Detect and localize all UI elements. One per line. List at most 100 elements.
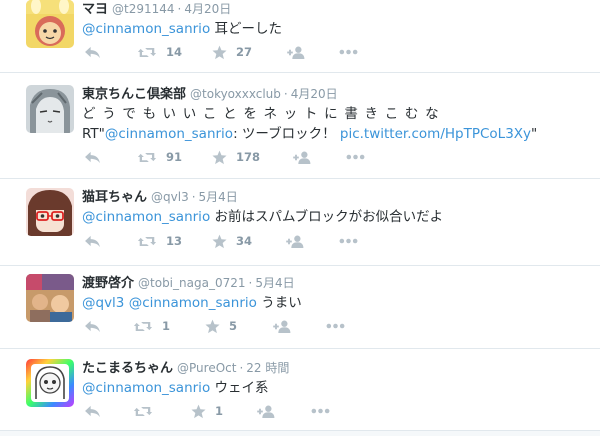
more-icon bbox=[346, 154, 365, 160]
tweet-body: ウェイ系 bbox=[210, 380, 269, 396]
tokyo-club-avatar[interactable] bbox=[26, 85, 74, 133]
favorite-button[interactable]: 34 bbox=[212, 232, 252, 250]
more-button[interactable] bbox=[311, 402, 330, 420]
tweet-body: うまい bbox=[256, 295, 302, 311]
favorite-count: 1 bbox=[215, 404, 224, 418]
timestamp[interactable]: 4月20日 bbox=[184, 2, 231, 16]
follow-button[interactable] bbox=[257, 402, 276, 420]
tweet-text: @cinnamon_sanrio ウェイ系 bbox=[82, 379, 596, 398]
follow-button[interactable] bbox=[286, 232, 305, 250]
retweet-button[interactable]: 91 bbox=[137, 148, 182, 166]
favorite-count: 5 bbox=[229, 319, 238, 333]
star-icon bbox=[205, 319, 220, 334]
retweet-button[interactable]: 14 bbox=[137, 43, 182, 61]
author-handle[interactable]: @tobi_naga_0721 bbox=[138, 276, 245, 290]
tweet-text-line-2: RT"@cinnamon_sanrio: ツーブロック！ pic.twitter… bbox=[82, 125, 596, 144]
star-icon bbox=[212, 150, 227, 165]
author-handle[interactable]: @tokyoxxxclub bbox=[190, 87, 281, 101]
retweet-count: 14 bbox=[166, 45, 183, 59]
separator-dot: · bbox=[283, 87, 288, 101]
more-button[interactable] bbox=[339, 232, 358, 250]
author-handle[interactable]: @PureOct bbox=[177, 361, 236, 375]
reply-button[interactable] bbox=[84, 402, 101, 420]
mention-link[interactable]: @cinnamon_sanrio bbox=[82, 209, 210, 225]
follow-icon bbox=[287, 46, 306, 59]
retweet-button[interactable]: 13 bbox=[137, 232, 182, 250]
favorite-count: 34 bbox=[236, 234, 253, 248]
tweet[interactable]: たこまるちゃん @PureOct · 22 時間 @cinnamon_sanrio ウ… bbox=[0, 348, 600, 430]
timestamp[interactable]: 5月4日 bbox=[199, 190, 238, 204]
mention-link[interactable]: @cinnamon_sanrio bbox=[105, 126, 233, 142]
retweet-icon bbox=[137, 235, 157, 248]
follow-button[interactable] bbox=[273, 317, 292, 335]
follow-icon bbox=[286, 235, 305, 248]
reply-button[interactable] bbox=[84, 317, 101, 335]
retweet-count: 91 bbox=[166, 150, 183, 164]
star-icon bbox=[212, 234, 227, 249]
more-icon bbox=[339, 238, 358, 244]
takomaru-avatar[interactable] bbox=[26, 359, 74, 407]
mention-link[interactable]: @cinnamon_sanrio bbox=[82, 380, 210, 396]
reply-button[interactable] bbox=[84, 43, 101, 61]
author-name[interactable]: 東京ちんこ倶楽部 bbox=[82, 87, 186, 102]
author-name[interactable]: マヨ bbox=[82, 2, 108, 17]
more-button[interactable] bbox=[339, 43, 358, 61]
reply-icon bbox=[84, 405, 101, 418]
timeline-footer bbox=[0, 430, 600, 436]
reply-button[interactable] bbox=[84, 232, 101, 250]
timestamp[interactable]: 5月4日 bbox=[255, 276, 294, 290]
mention-link[interactable]: @cinnamon_sanrio bbox=[82, 21, 210, 37]
favorite-count: 27 bbox=[236, 45, 253, 59]
watano-avatar[interactable] bbox=[26, 274, 74, 322]
reply-icon bbox=[84, 235, 101, 248]
retweet-count: 1 bbox=[162, 319, 171, 333]
timestamp[interactable]: 22 時間 bbox=[246, 361, 289, 375]
retweet-button[interactable] bbox=[133, 402, 162, 420]
star-icon bbox=[212, 45, 227, 60]
retweet-icon bbox=[133, 320, 153, 333]
separator-dot: · bbox=[177, 2, 182, 16]
tweet-text: @cinnamon_sanrio 耳どーした bbox=[82, 20, 596, 39]
tweet[interactable]: 東京ちんこ倶楽部 @tokyoxxxclub · 4月20日 どうでもいいことをネット… bbox=[0, 72, 600, 179]
separator-dot: · bbox=[248, 276, 253, 290]
tweet[interactable]: マヨ @t291144 · 4月20日 @cinnamon_sanrio 耳どーした … bbox=[0, 0, 600, 73]
author-name[interactable]: 猫耳ちゃん bbox=[82, 190, 147, 205]
pic-link[interactable]: pic.twitter.com/HpTPCoL3Xy bbox=[340, 126, 531, 142]
follow-icon bbox=[257, 405, 276, 418]
more-icon bbox=[311, 408, 330, 414]
mention-link[interactable]: @qvl3 bbox=[82, 295, 124, 311]
rt-text: : ツーブロック！ bbox=[233, 126, 340, 142]
mention-link[interactable]: @cinnamon_sanrio bbox=[129, 295, 257, 311]
retweet-icon bbox=[137, 46, 157, 59]
tweet[interactable]: 猫耳ちゃん @qvl3 · 5月4日 @cinnamon_sanrio お前はスパムブ… bbox=[0, 178, 600, 266]
mayo-avatar[interactable] bbox=[26, 0, 74, 48]
favorite-button[interactable]: 1 bbox=[191, 402, 223, 420]
follow-icon bbox=[293, 151, 312, 164]
nekomimi-avatar[interactable] bbox=[26, 188, 74, 236]
tweet-text-line-1: どうでもいいことをネットに書きこむな bbox=[82, 106, 446, 122]
retweet-icon bbox=[137, 151, 157, 164]
author-name[interactable]: たこまるちゃん bbox=[82, 361, 173, 376]
more-button[interactable] bbox=[346, 148, 365, 166]
reply-button[interactable] bbox=[84, 148, 101, 166]
rt-prefix: RT" bbox=[82, 126, 105, 142]
more-button[interactable] bbox=[326, 317, 345, 335]
author-name[interactable]: 渡野啓介 bbox=[82, 276, 134, 291]
follow-button[interactable] bbox=[287, 43, 306, 61]
rt-suffix: " bbox=[531, 126, 538, 142]
favorite-button[interactable]: 27 bbox=[212, 43, 252, 61]
reply-icon bbox=[84, 320, 101, 333]
reply-icon bbox=[84, 46, 101, 59]
retweet-count: 13 bbox=[166, 234, 183, 248]
favorite-button[interactable]: 178 bbox=[212, 148, 260, 166]
tweet-body: 耳どーした bbox=[210, 21, 282, 37]
tweet[interactable]: 渡野啓介 @tobi_naga_0721 · 5月4日 @qvl3 @cinnamon… bbox=[0, 265, 600, 349]
author-handle[interactable]: @qvl3 bbox=[151, 190, 189, 204]
follow-button[interactable] bbox=[293, 148, 312, 166]
retweet-button[interactable]: 1 bbox=[133, 317, 170, 335]
favorite-button[interactable]: 5 bbox=[205, 317, 237, 335]
tweet-body: お前はスパムブロックがお似合いだよ bbox=[210, 209, 444, 225]
author-handle[interactable]: @t291144 bbox=[112, 2, 175, 16]
retweet-icon bbox=[133, 405, 153, 418]
timestamp[interactable]: 4月20日 bbox=[291, 87, 338, 101]
